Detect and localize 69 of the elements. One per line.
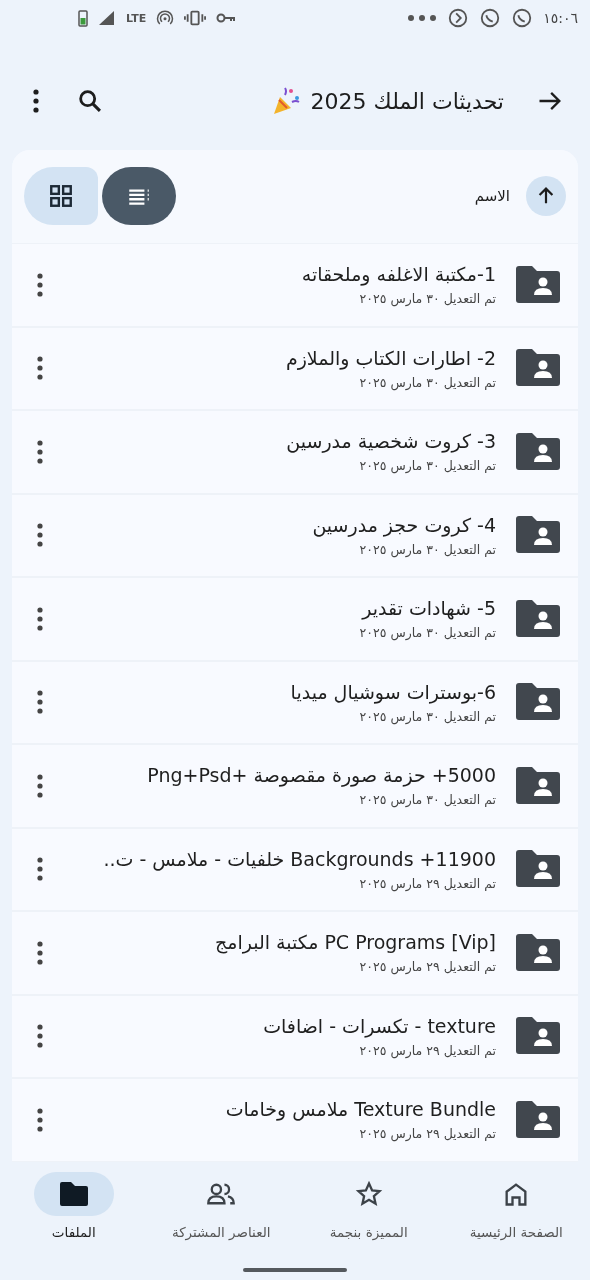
folder-name: 11900+ Backgrounds خلفيات - ملامس - ت.. <box>103 847 496 870</box>
modified-date: تم التعديل ٣٠ مارس ٢٠٢٥ <box>359 291 496 307</box>
folder-name: 5000+ حزمة صورة مقصوصة +Png+Psd <box>147 764 496 787</box>
folder-name: 2- اطارات الكتاب والملازم <box>285 346 496 369</box>
modified-date: تم التعديل ٢٩ مارس ٢٠٢٥ <box>359 875 496 891</box>
list-view-button[interactable] <box>102 167 176 225</box>
folder-person-icon <box>514 515 562 556</box>
modified-date: تم التعديل ٢٩ مارس ٢٠٢٥ <box>359 1042 496 1058</box>
modified-date: تم التعديل ٢٩ مارس ٢٠٢٥ <box>359 959 496 975</box>
folder-person-icon <box>514 1016 562 1057</box>
signal-icon <box>98 10 116 26</box>
modified-date: تم التعديل ٣٠ مارس ٢٠٢٥ <box>359 374 496 390</box>
sort-label[interactable]: الاسم <box>474 187 510 205</box>
chat-app-icon <box>511 7 534 29</box>
search-icon <box>76 87 104 115</box>
more-vertical-icon <box>37 439 43 464</box>
grid-view-button[interactable] <box>24 167 98 225</box>
modified-date: تم التعديل ٣٠ مارس ٢٠٢٥ <box>359 792 496 808</box>
more-vertical-icon <box>37 940 43 965</box>
nav-tab[interactable]: العناصر المشتركة <box>151 1172 292 1252</box>
more-vertical-icon <box>37 606 43 631</box>
folder-name: 3- كروت شخصية مدرسين <box>286 430 496 453</box>
folder-title: تحديثات الملك 2025 <box>310 88 504 114</box>
folder-name: Texture Bundle ملامس وخامات <box>225 1098 496 1121</box>
grid-icon <box>48 183 74 209</box>
more-vertical-icon <box>37 356 43 381</box>
more-vertical-icon <box>37 272 43 297</box>
folder-name: [PC Programs [Vip مكتبة البرامج <box>214 931 496 954</box>
folder-person-icon <box>514 682 562 723</box>
nav-tab[interactable]: الملفات <box>3 1172 144 1252</box>
folder-person-icon <box>514 1099 562 1140</box>
battery-icon <box>78 9 88 27</box>
hotspot-icon <box>156 9 175 27</box>
key-icon <box>216 12 237 24</box>
more-vertical-icon <box>37 523 43 548</box>
modified-date: تم التعديل ٣٠ مارس ٢٠٢٥ <box>359 708 496 724</box>
more-vertical-icon <box>37 690 43 715</box>
star-icon <box>354 1180 383 1208</box>
folder-person-icon <box>514 264 562 305</box>
vibrate-icon <box>184 9 207 27</box>
folder-person-icon <box>514 348 562 389</box>
folder-name: texture - تكسرات - اضافات <box>263 1014 496 1037</box>
play-circle-icon <box>447 7 470 29</box>
modified-date: تم التعديل ٣٠ مارس ٢٠٢٥ <box>359 541 496 557</box>
modified-date: تم التعديل ٢٩ مارس ٢٠٢٥ <box>359 1126 496 1142</box>
modified-date: تم التعديل ٣٠ مارس ٢٠٢٥ <box>359 458 496 474</box>
chat-app-icon <box>479 7 502 29</box>
folder-person-icon <box>514 849 562 890</box>
more-vertical-icon <box>37 857 43 882</box>
more-vertical-icon <box>37 773 43 798</box>
folder-person-icon <box>514 765 562 806</box>
more-vertical-icon <box>33 89 39 113</box>
modified-date: تم التعديل ٣٠ مارس ٢٠٢٥ <box>359 625 496 641</box>
folder-name: 1-مكتبة الاغلفه وملحقاته <box>301 263 496 286</box>
nav-tab[interactable]: الصفحة الرئيسية <box>446 1172 587 1252</box>
folder-icon <box>58 1181 89 1207</box>
folder-person-icon <box>514 431 562 472</box>
more-vertical-icon <box>37 1107 43 1132</box>
folder-name: 4- كروت حجز مدرسين <box>312 513 496 536</box>
nav-tab[interactable]: المميزة بنجمة <box>298 1172 439 1252</box>
folder-name: 5- شهادات تقدير <box>362 597 496 620</box>
clock-time: ١٥:٠٦ <box>543 10 578 26</box>
folder-person-icon <box>514 932 562 973</box>
more-vertical-icon <box>37 1024 43 1049</box>
folder-person-icon <box>514 598 562 639</box>
sort-direction-button[interactable] <box>526 176 566 216</box>
network-type: LTE <box>126 11 147 25</box>
more-dots-icon <box>407 14 438 22</box>
folder-name: 6-بوسترات سوشيال ميديا <box>290 680 496 703</box>
